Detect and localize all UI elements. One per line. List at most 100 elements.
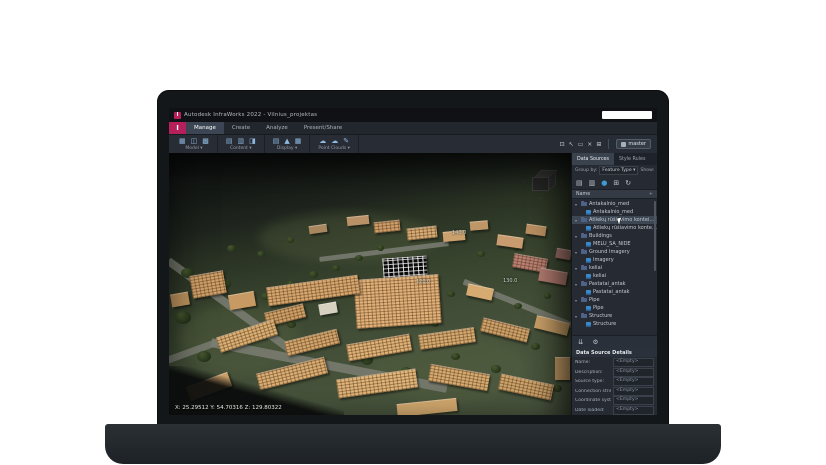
close-tools-icon[interactable]: ×: [587, 141, 592, 148]
model-properties-icon[interactable]: ◫: [191, 137, 198, 145]
cloud-edit-icon[interactable]: ✎: [343, 137, 349, 145]
application-menu-button[interactable]: I: [169, 122, 186, 134]
column-options-icon[interactable]: +: [649, 191, 653, 197]
tree-file-label: Atliekų rūšiavimo konteineria: [593, 225, 657, 231]
detail-field-value[interactable]: <Empty>: [613, 358, 654, 367]
tree-file-row[interactable]: Antakalnio_med: [572, 208, 657, 216]
coordinate-readout: X: 25.29512 Y: 54.70316 Z: 129.80322: [175, 405, 282, 411]
cloud-lock-icon[interactable]: ☁: [319, 137, 326, 145]
layers-icon[interactable]: ▤: [273, 137, 280, 145]
model-explorer-icon[interactable]: ▦: [179, 137, 186, 145]
detail-field-value[interactable]: <Empty>: [613, 396, 654, 405]
attributes-icon[interactable]: ▥: [238, 137, 245, 145]
ribbon-group-label[interactable]: Model ▾: [179, 146, 209, 151]
ribbon-group-label[interactable]: Content ▾: [226, 146, 256, 151]
view-cube[interactable]: ‹ › ⌄: [522, 163, 562, 201]
locate-content-icon[interactable]: ◨: [249, 137, 256, 145]
tree-folder-row[interactable]: ▾ Structure: [572, 312, 657, 320]
model-viewport[interactable]: X: 25.29512 Y: 54.70316 Z: 129.80322 ‹ ›…: [169, 153, 571, 415]
ribbon-tab-present-share[interactable]: Present/Share: [296, 122, 350, 134]
titlebar-search-input[interactable]: [602, 111, 652, 119]
tree-file-row[interactable]: MELU_SA_NIDE: [572, 240, 657, 248]
tree: [553, 385, 562, 392]
ribbon-groups: ▦◫▩Model ▾▤▥◨Content ▾▤▲▦Display ▾☁☁✎Poi…: [171, 135, 359, 153]
expand-caret-icon[interactable]: ▾: [575, 202, 579, 207]
ribbon-tab-manage[interactable]: Manage: [186, 122, 224, 134]
detail-field-value[interactable]: <Empty>: [613, 368, 654, 377]
proposal-button[interactable]: master: [616, 139, 651, 149]
expand-caret-icon[interactable]: ▾: [575, 218, 579, 223]
tree-file-row[interactable]: Atliekų rūšiavimo konteineria: [572, 224, 657, 232]
collapse-all-icon[interactable]: ⇊: [578, 339, 583, 346]
ribbon-tab-create[interactable]: Create: [224, 122, 258, 134]
tree-folder-label: keliai: [589, 265, 602, 271]
settings-icon[interactable]: ⚙: [592, 339, 598, 346]
add-file-data-source-icon[interactable]: ▥: [589, 179, 596, 187]
ribbon-toolbar: ▦◫▩Model ▾▤▥◨Content ▾▤▲▦Display ▾☁☁✎Poi…: [169, 135, 657, 153]
proposal-label: master: [628, 141, 646, 147]
tree-column-header[interactable]: Name +: [572, 190, 657, 199]
expand-caret-icon[interactable]: ▾: [575, 314, 579, 319]
main-area: X: 25.29512 Y: 54.70316 Z: 129.80322 ‹ ›…: [169, 153, 657, 415]
data-source-icon: [586, 226, 591, 231]
data-sources-icon[interactable]: ▤: [226, 137, 233, 145]
tree-file-row[interactable]: Pastatai_antak: [572, 288, 657, 296]
copy-icon[interactable]: ⊞: [613, 179, 619, 187]
detail-row: Name:<Empty>: [572, 358, 657, 368]
tree-folder-row[interactable]: ▾Antakalnio_med: [572, 200, 657, 208]
tree-folder-row[interactable]: ▾Buildings: [572, 232, 657, 240]
clipboard-icon[interactable]: ⊞: [596, 141, 601, 148]
detail-field-value[interactable]: <Empty>: [613, 377, 654, 386]
ribbon-group-label[interactable]: Display ▾: [273, 146, 302, 151]
viewcube-left-arrow-icon[interactable]: ‹: [522, 179, 524, 185]
tree-scrollbar[interactable]: [654, 201, 656, 271]
tree-folder-row[interactable]: ▾Pastatai_antak: [572, 280, 657, 288]
tree-folder-row[interactable]: ▾ Ground Imagery: [572, 248, 657, 256]
tree-folder-row[interactable]: ▾ keliai: [572, 264, 657, 272]
expand-caret-icon[interactable]: ▾: [575, 250, 579, 255]
tree: [377, 245, 384, 251]
measure-icon[interactable]: ▭: [578, 141, 584, 148]
group-by-dropdown[interactable]: Feature Type ▾: [599, 166, 638, 175]
detail-field-value[interactable]: <Empty>: [613, 387, 654, 396]
connect-icon[interactable]: ●: [601, 179, 607, 187]
ribbon-group-label[interactable]: Point Clouds ▾: [318, 146, 350, 151]
expand-caret-icon[interactable]: ▾: [575, 282, 579, 287]
tables-icon[interactable]: ▦: [295, 137, 302, 145]
tree: [355, 255, 363, 261]
panel-tab-style-rules[interactable]: Style Rules: [614, 153, 651, 165]
tree-folder-label: Ground Imagery: [589, 249, 630, 255]
tree-file-row[interactable]: Pipe: [572, 304, 657, 312]
expand-caret-icon[interactable]: ▾: [575, 234, 579, 239]
add-data-source-icon[interactable]: ▤: [576, 179, 583, 187]
select-icon[interactable]: ↖: [569, 141, 574, 148]
detail-field-label: Description:: [575, 370, 611, 375]
folder-icon: [581, 298, 587, 302]
tree-folder-label: Structure: [589, 313, 612, 319]
detail-field-value[interactable]: <Empty>: [613, 406, 654, 415]
tree-file-row[interactable]: Imagery: [572, 256, 657, 264]
ribbon-tab-analyze[interactable]: Analyze: [258, 122, 296, 134]
tree-file-row[interactable]: Structure: [572, 320, 657, 328]
tree: [287, 237, 294, 243]
tree: [227, 245, 236, 252]
refresh-icon[interactable]: ↻: [625, 179, 631, 187]
expand-caret-icon[interactable]: ▾: [575, 266, 579, 271]
viewcube-down-arrow-icon[interactable]: ⌄: [538, 195, 543, 201]
data-sources-panel: Data SourcesStyle Rules Group by: Featur…: [571, 153, 657, 415]
expand-caret-icon[interactable]: ▾: [575, 298, 579, 303]
viewcube-right-arrow-icon[interactable]: ›: [560, 179, 562, 185]
laptop-base: [105, 424, 721, 464]
model-edit-icon[interactable]: ▩: [202, 137, 209, 145]
tree-file-row[interactable]: keliai: [572, 272, 657, 280]
panel-tab-data-sources[interactable]: Data Sources: [572, 153, 614, 165]
tree-folder-row[interactable]: ▾Pipe: [572, 296, 657, 304]
terrain-icon[interactable]: ▲: [284, 137, 289, 145]
cloud-icon[interactable]: ☁: [331, 137, 338, 145]
tree: [477, 251, 485, 257]
building: [396, 398, 457, 415]
display-settings-icon[interactable]: ⊡: [560, 141, 565, 148]
tree-folder-row[interactable]: ▾Atliekų rūšiavimo konteineriai: [572, 216, 657, 224]
details-title: Data Source Details: [572, 348, 657, 357]
viewcube-front-face[interactable]: [532, 177, 549, 191]
